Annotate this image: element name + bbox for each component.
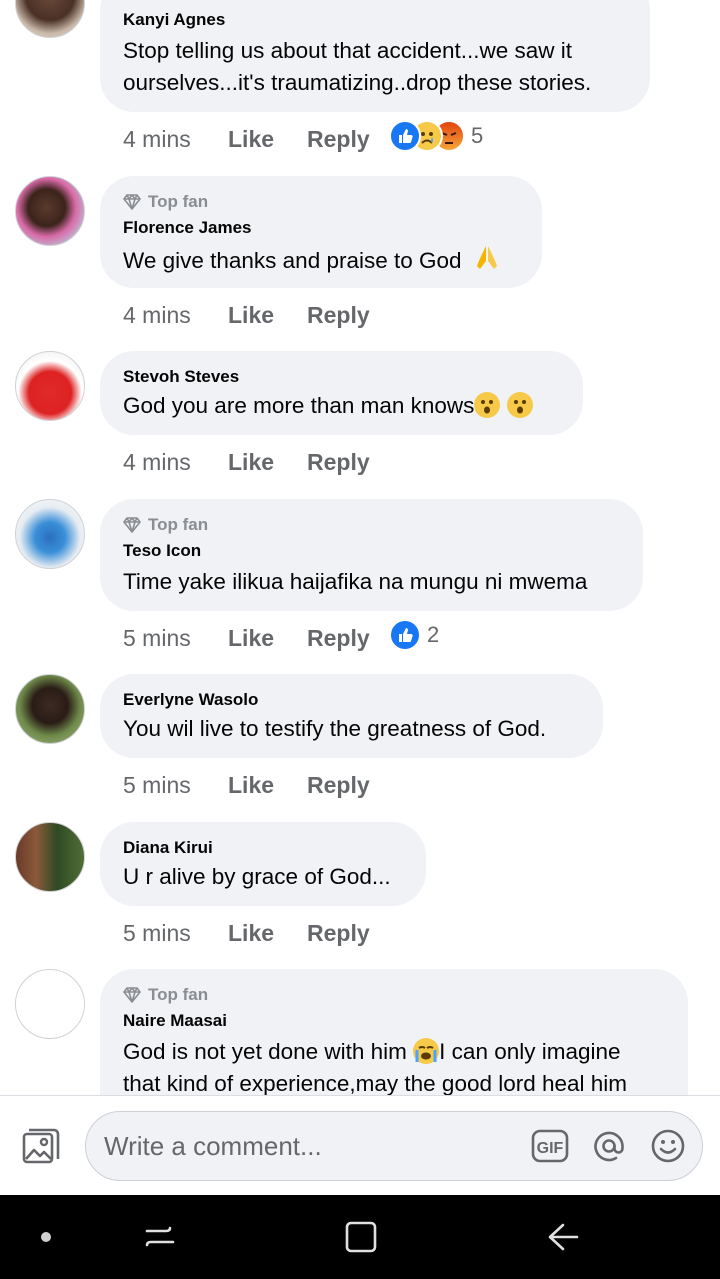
like-reaction-icon bbox=[389, 120, 421, 152]
home-button[interactable] bbox=[341, 1217, 381, 1257]
comment-time: 5 mins bbox=[123, 624, 191, 651]
like-button[interactable]: Like bbox=[228, 449, 307, 476]
top-fan-label: Top fan bbox=[148, 192, 209, 211]
reply-button[interactable]: Reply bbox=[307, 920, 389, 947]
comment-text-line: that kind of experience,may the good lor… bbox=[123, 1071, 628, 1095]
diamond-icon bbox=[123, 194, 141, 210]
system-nav-bar bbox=[0, 1195, 720, 1279]
hushed-face-emoji-icon bbox=[474, 392, 501, 418]
comment-input-box[interactable]: GIF bbox=[85, 1111, 703, 1181]
comment-time: 4 mins bbox=[123, 448, 191, 475]
comment-author[interactable]: Florence James bbox=[123, 217, 519, 239]
top-fan-badge: Top fan bbox=[123, 514, 620, 536]
comment-meta: 5 mins Like Reply bbox=[123, 770, 389, 800]
avatar[interactable] bbox=[15, 499, 85, 569]
comment-author[interactable]: Diana Kirui bbox=[123, 837, 403, 859]
reactions-summary[interactable]: 2 bbox=[389, 619, 439, 651]
comment-text: I can only imagine bbox=[439, 1039, 621, 1064]
comment-composer: GIF bbox=[0, 1095, 720, 1195]
like-button[interactable]: Like bbox=[228, 126, 307, 153]
like-button[interactable]: Like bbox=[228, 920, 307, 947]
reaction-count: 2 bbox=[427, 622, 440, 647]
like-button[interactable]: Like bbox=[228, 625, 307, 652]
home-icon bbox=[345, 1221, 377, 1253]
comment-author[interactable]: Teso Icon bbox=[123, 540, 620, 562]
like-button[interactable]: Like bbox=[228, 302, 307, 329]
comment-text-line: U r alive by grace of God... bbox=[123, 864, 391, 889]
like-button[interactable]: Like bbox=[228, 772, 307, 799]
hushed-face-emoji-icon bbox=[506, 392, 533, 418]
top-fan-label: Top fan bbox=[148, 985, 209, 1004]
comment-bubble[interactable]: Diana Kirui U r alive by grace of God... bbox=[100, 822, 426, 906]
reply-button[interactable]: Reply bbox=[307, 126, 389, 153]
gif-icon: GIF bbox=[531, 1129, 569, 1163]
comment-text: We give thanks and praise to God bbox=[123, 248, 462, 273]
crying-face-emoji-icon bbox=[413, 1038, 440, 1064]
avatar[interactable] bbox=[15, 351, 85, 421]
diamond-icon bbox=[123, 987, 141, 1003]
gif-label: GIF bbox=[537, 1140, 564, 1157]
mention-button[interactable] bbox=[591, 1128, 627, 1164]
comment-text-line: Time yake ilikua haijafika na mungu ni m… bbox=[123, 569, 588, 594]
comment-bubble[interactable]: Kanyi Agnes Stop telling us about that a… bbox=[100, 0, 650, 112]
comment-time: 5 mins bbox=[123, 919, 191, 946]
comment-meta: 5 mins Like Reply bbox=[123, 918, 389, 948]
comment-meta: 4 mins Like Reply bbox=[123, 447, 389, 477]
comment-bubble[interactable]: Everlyne Wasolo You wil live to testify … bbox=[100, 674, 603, 758]
gif-button[interactable]: GIF bbox=[531, 1128, 569, 1164]
comment-bubble[interactable]: Top fan Teso Icon Time yake ilikua haija… bbox=[100, 499, 643, 611]
reaction-count: 5 bbox=[471, 123, 484, 148]
comment-bubble[interactable]: Stevoh Steves God you are more than man … bbox=[100, 351, 583, 435]
comments-feed[interactable]: Kanyi Agnes Stop telling us about that a… bbox=[0, 0, 720, 1095]
diamond-icon bbox=[123, 517, 141, 533]
comment-author[interactable]: Kanyi Agnes bbox=[123, 9, 627, 31]
nav-dot-button[interactable] bbox=[26, 1217, 66, 1257]
comment-meta: 5 mins Like Reply 2 bbox=[123, 619, 439, 653]
comment-text-line: ourselves...it's traumatizing..drop thes… bbox=[123, 70, 592, 95]
comment-text-line: Stop telling us about that accident...we… bbox=[123, 38, 573, 63]
comment-author[interactable]: Stevoh Steves bbox=[123, 366, 560, 388]
comment-text-line: We give thanks and praise to God bbox=[123, 243, 519, 277]
comment-author[interactable]: Everlyne Wasolo bbox=[123, 689, 580, 711]
emoji-button[interactable] bbox=[650, 1128, 686, 1164]
reply-button[interactable]: Reply bbox=[307, 449, 389, 476]
recent-apps-button[interactable] bbox=[140, 1217, 180, 1257]
reply-button[interactable]: Reply bbox=[307, 772, 389, 799]
photo-button[interactable] bbox=[20, 1126, 62, 1168]
avatar[interactable] bbox=[15, 969, 85, 1039]
avatar[interactable] bbox=[15, 674, 85, 744]
comment-text: God is not yet done with him bbox=[123, 1039, 407, 1064]
back-icon bbox=[548, 1223, 579, 1251]
comment-text: God you are more than man knows bbox=[123, 393, 475, 418]
avatar[interactable] bbox=[15, 822, 85, 892]
comment-meta: 4 mins Like Reply bbox=[123, 300, 389, 330]
photo-icon bbox=[22, 1128, 60, 1164]
comment-meta: 4 mins Like Reply 5 bbox=[123, 120, 483, 154]
comment-time: 4 mins bbox=[123, 125, 191, 152]
reply-button[interactable]: Reply bbox=[307, 302, 389, 329]
comment-author[interactable]: Naire Maasai bbox=[123, 1010, 665, 1032]
comment-bubble[interactable]: Top fan Florence James We give thanks an… bbox=[100, 176, 542, 288]
top-fan-badge: Top fan bbox=[123, 984, 665, 1006]
avatar[interactable] bbox=[15, 176, 85, 246]
reactions-summary[interactable]: 5 bbox=[389, 120, 483, 152]
reply-button[interactable]: Reply bbox=[307, 625, 389, 652]
comment-input[interactable] bbox=[104, 1112, 524, 1180]
back-button[interactable] bbox=[543, 1217, 583, 1257]
top-fan-label: Top fan bbox=[148, 515, 209, 534]
comment-time: 5 mins bbox=[123, 771, 191, 798]
comment-time: 4 mins bbox=[123, 301, 191, 328]
avatar[interactable] bbox=[15, 0, 85, 38]
at-icon bbox=[594, 1131, 624, 1162]
praying-hands-emoji-icon bbox=[472, 243, 498, 269]
comment-bubble[interactable]: Top fan Naire Maasai God is not yet done… bbox=[100, 969, 688, 1095]
comment-text-line: God you are more than man knows bbox=[123, 390, 560, 422]
dot-icon bbox=[41, 1232, 51, 1242]
comment-text-line: God is not yet done with him I can only … bbox=[123, 1036, 665, 1068]
top-fan-badge: Top fan bbox=[123, 191, 519, 213]
smiley-icon bbox=[651, 1129, 685, 1163]
comment-text-line: You wil live to testify the greatness of… bbox=[123, 716, 547, 741]
like-reaction-icon bbox=[389, 619, 421, 651]
recent-apps-icon bbox=[145, 1226, 175, 1247]
